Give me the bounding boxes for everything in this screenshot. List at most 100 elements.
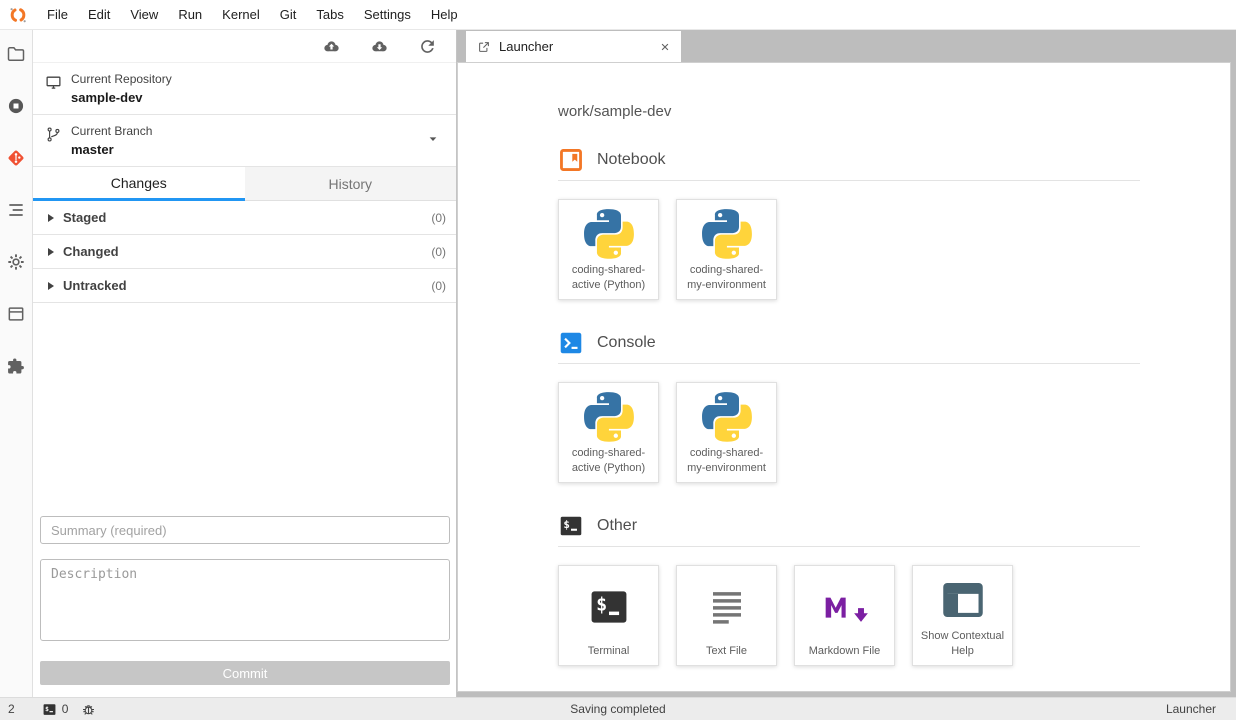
menu-run[interactable]: Run bbox=[168, 0, 212, 29]
menu-settings[interactable]: Settings bbox=[354, 0, 421, 29]
launcher-section-other: Other Terminal bbox=[558, 513, 1140, 666]
current-branch-label: Current Branch bbox=[71, 124, 152, 138]
terminal-icon bbox=[558, 513, 584, 539]
launcher-tab-label: Launcher bbox=[499, 39, 650, 54]
section-untracked[interactable]: Untracked (0) bbox=[33, 269, 456, 303]
status-message: Saving completed bbox=[0, 702, 1236, 716]
card-label: Text File bbox=[677, 644, 776, 665]
menu-bar: File Edit View Run Kernel Git Tabs Setti… bbox=[0, 0, 1236, 30]
terminal-icon bbox=[587, 566, 631, 644]
git-tab-bar: Changes History bbox=[33, 167, 456, 201]
menu-edit[interactable]: Edit bbox=[78, 0, 120, 29]
git-icon[interactable] bbox=[6, 148, 26, 168]
current-branch-row[interactable]: Current Branch master bbox=[33, 115, 456, 167]
kernel-sessions-count[interactable]: 2 bbox=[8, 702, 15, 716]
card-label: coding-shared-active (Python) bbox=[559, 263, 658, 299]
changed-count: (0) bbox=[431, 245, 446, 259]
current-repository-label: Current Repository bbox=[71, 72, 172, 86]
launcher-card[interactable]: Markdown File bbox=[794, 565, 895, 666]
text-file-icon bbox=[706, 566, 748, 644]
staged-label: Staged bbox=[63, 210, 431, 225]
commit-description-input[interactable] bbox=[40, 559, 450, 641]
pull-commits-icon[interactable] bbox=[370, 37, 389, 56]
branch-icon bbox=[45, 126, 62, 143]
launcher-section-console: Console coding-shared-active (Python) co… bbox=[558, 330, 1140, 483]
contextual-help-icon bbox=[940, 566, 986, 629]
status-activity: Launcher bbox=[1166, 702, 1236, 716]
chevron-right-icon bbox=[48, 214, 54, 222]
main-tab-bar: Launcher bbox=[457, 30, 1236, 62]
python-logo-icon bbox=[584, 383, 634, 446]
card-label: coding-shared-active (Python) bbox=[559, 446, 658, 482]
menu-git[interactable]: Git bbox=[270, 0, 307, 29]
python-logo-icon bbox=[584, 200, 634, 263]
chevron-right-icon bbox=[48, 282, 54, 290]
chevron-down-icon[interactable] bbox=[425, 131, 441, 147]
changed-label: Changed bbox=[63, 244, 431, 259]
running-sessions-icon[interactable] bbox=[6, 96, 26, 116]
git-panel: Current Repository sample-dev Current Br… bbox=[33, 30, 457, 697]
current-branch-value: master bbox=[71, 142, 152, 157]
current-repository-row: Current Repository sample-dev bbox=[33, 63, 456, 115]
main-dock: Launcher work/sample-dev Notebook bbox=[457, 30, 1236, 697]
markdown-icon bbox=[821, 566, 869, 644]
launcher-card[interactable]: coding-shared-active (Python) bbox=[558, 382, 659, 483]
commit-summary-input[interactable] bbox=[40, 516, 450, 544]
section-title: Console bbox=[597, 334, 656, 352]
tab-launcher[interactable]: Launcher bbox=[466, 31, 681, 62]
card-label: Terminal bbox=[559, 644, 658, 665]
launcher-card[interactable]: coding-shared-active (Python) bbox=[558, 199, 659, 300]
close-icon[interactable] bbox=[658, 40, 672, 54]
current-repository-value: sample-dev bbox=[71, 90, 172, 105]
push-commits-icon[interactable] bbox=[322, 37, 341, 56]
refresh-icon[interactable] bbox=[418, 37, 437, 56]
chevron-right-icon bbox=[48, 248, 54, 256]
untracked-count: (0) bbox=[431, 279, 446, 293]
menu-tabs[interactable]: Tabs bbox=[306, 0, 353, 29]
menu-help[interactable]: Help bbox=[421, 0, 468, 29]
menu-view[interactable]: View bbox=[120, 0, 168, 29]
commit-button[interactable]: Commit bbox=[40, 661, 450, 685]
python-logo-icon bbox=[702, 200, 752, 263]
card-label: Markdown File bbox=[795, 644, 894, 665]
staged-count: (0) bbox=[431, 211, 446, 225]
launcher-card[interactable]: coding-shared-my-environment bbox=[676, 199, 777, 300]
open-tabs-icon[interactable] bbox=[6, 304, 26, 324]
launcher-panel: work/sample-dev Notebook coding-shar bbox=[457, 62, 1231, 692]
section-title: Notebook bbox=[597, 151, 666, 169]
section-staged[interactable]: Staged (0) bbox=[33, 201, 456, 235]
launcher-card[interactable]: Terminal bbox=[558, 565, 659, 666]
tab-changes[interactable]: Changes bbox=[33, 167, 245, 201]
desktop-icon bbox=[45, 74, 62, 91]
launcher-card[interactable]: coding-shared-my-environment bbox=[676, 382, 777, 483]
launcher-section-notebook: Notebook coding-shared-active (Python) c… bbox=[558, 147, 1140, 300]
bug-icon[interactable] bbox=[81, 702, 96, 717]
launcher-card[interactable]: Text File bbox=[676, 565, 777, 666]
terminal-count[interactable]: 0 bbox=[62, 702, 69, 716]
extension-manager-puzzle-icon[interactable] bbox=[6, 356, 26, 376]
card-label: coding-shared-my-environment bbox=[677, 446, 776, 482]
terminal-icon[interactable] bbox=[42, 702, 57, 717]
launcher-card[interactable]: Show Contextual Help bbox=[912, 565, 1013, 666]
untracked-label: Untracked bbox=[63, 278, 431, 293]
python-logo-icon bbox=[702, 383, 752, 446]
notebook-icon bbox=[558, 147, 584, 173]
left-activity-bar bbox=[0, 30, 33, 697]
tab-history[interactable]: History bbox=[245, 167, 457, 201]
table-of-contents-icon[interactable] bbox=[6, 200, 26, 220]
menu-file[interactable]: File bbox=[37, 0, 78, 29]
file-browser-icon[interactable] bbox=[6, 44, 26, 64]
jupyterlab-logo-icon bbox=[8, 5, 28, 25]
section-title: Other bbox=[597, 517, 637, 535]
launcher-tab-icon bbox=[477, 40, 491, 54]
console-icon bbox=[558, 330, 584, 356]
git-toolbar bbox=[33, 30, 456, 63]
gear-icon[interactable] bbox=[6, 252, 26, 272]
menu-kernel[interactable]: Kernel bbox=[212, 0, 270, 29]
card-label: coding-shared-my-environment bbox=[677, 263, 776, 299]
status-bar: Saving completed 2 0 Launcher bbox=[0, 697, 1236, 720]
card-label: Show Contextual Help bbox=[913, 629, 1012, 665]
commit-form: Commit bbox=[40, 516, 450, 685]
current-directory: work/sample-dev bbox=[558, 103, 1140, 120]
section-changed[interactable]: Changed (0) bbox=[33, 235, 456, 269]
